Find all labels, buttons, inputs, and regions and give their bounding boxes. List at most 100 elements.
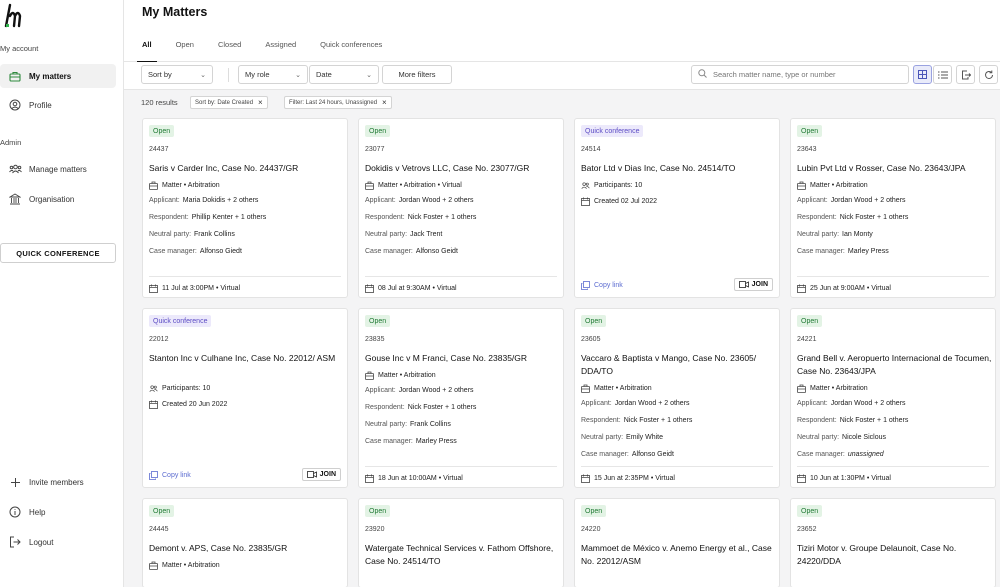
case-number: 23652 (797, 526, 817, 533)
list-view-button[interactable] (933, 65, 952, 84)
case-manager-value: Marley Press (847, 248, 889, 255)
applicant-label: Applicant: (365, 197, 396, 204)
case-title[interactable]: Saris v Carder Inc, Case No. 24437/GR (149, 162, 345, 175)
tab-closed[interactable]: Closed (218, 36, 241, 57)
sort-chip: Sort by: Date Created × (190, 96, 268, 109)
case-number: 24437 (149, 146, 169, 153)
matter-card[interactable]: Open 23835 Gouse Inc v M Franci, Case No. … (358, 308, 564, 488)
case-title[interactable]: Grand Bell v. Aeropuerto Internacional d… (797, 352, 993, 378)
matter-card[interactable]: Open 23077 Dokidis v Vetrovs LLC, Case No.… (358, 118, 564, 298)
created-date: Created 20 Jun 2022 (149, 400, 227, 409)
sidebar-item-manage-matters[interactable]: Manage matters (0, 157, 116, 181)
tab-assigned[interactable]: Assigned (265, 36, 296, 57)
created-date: Created 02 Jul 2022 (581, 197, 657, 206)
tab-all[interactable]: All (137, 36, 157, 63)
case-number: 24220 (581, 526, 601, 533)
status-badge: Open (365, 315, 391, 327)
case-title[interactable]: Watergate Technical Services v. Fathom O… (365, 542, 561, 568)
page-title: My Matters (142, 5, 208, 19)
sidebar-item-organisation[interactable]: Organisation (0, 187, 116, 211)
neutral-party: Neutral party: Nicole Siclous (797, 434, 886, 441)
applicant-value: Jordan Wood + 2 others (614, 400, 690, 407)
case-title[interactable]: Stanton Inc v Culhane Inc, Case No. 2201… (149, 352, 345, 365)
case-title[interactable]: Bator Ltd v Dias Inc, Case No. 24514/TO (581, 162, 777, 175)
participants-value: Participants: 10 (162, 385, 211, 392)
event-date: 10 Jun at 1:30PM • Virtual (797, 474, 891, 483)
tab-bar: All Open Closed Assigned Quick conferenc… (137, 36, 406, 63)
case-title[interactable]: Tiziri Motor v. Groupe Delaunoit, Case N… (797, 542, 993, 568)
matter-card[interactable]: Quick conference 24514 Bator Ltd v Dias In… (574, 118, 780, 298)
close-icon[interactable]: × (258, 98, 263, 107)
event-date-label: 11 Jul at 3:00PM • Virtual (162, 285, 241, 292)
participants-value: Participants: 10 (594, 182, 643, 189)
matter-card[interactable]: Quick conference 22012 Stanton Inc v Culha… (142, 308, 348, 488)
case-manager-label: Case manager: (365, 438, 413, 445)
case-title[interactable]: Vaccaro & Baptista v Mango, Case No. 236… (581, 352, 777, 378)
calendar-icon (365, 474, 374, 483)
matter-card[interactable]: Open 24437 Saris v Carder Inc, Case No. 24… (142, 118, 348, 298)
neutral-party-label: Neutral party: (365, 231, 408, 238)
logout-icon (8, 535, 22, 549)
matter-card[interactable]: Open 23643 Lubin Pvt Ltd v Rosser, Case No… (790, 118, 996, 298)
applicant-value: Maria Dokidis + 2 others (182, 197, 259, 204)
join-button[interactable]: JOIN (733, 278, 773, 291)
neutral-party-value: Ian Monty (842, 231, 873, 238)
case-manager-label: Case manager: (149, 248, 197, 255)
my-role-select[interactable]: My role ⌄ (238, 65, 308, 84)
sidebar-item-invite-members[interactable]: Invite members (0, 470, 116, 494)
calendar-icon (149, 284, 158, 293)
video-icon (306, 471, 317, 478)
sort-by-label: Sort by (148, 70, 172, 79)
search-input[interactable] (713, 70, 903, 79)
neutral-party-value: Nicole Siclous (842, 434, 886, 441)
matter-card[interactable]: Open 23652 Tiziri Motor v. Groupe Delaunoi… (790, 498, 996, 587)
sidebar-item-profile[interactable]: Profile (0, 93, 116, 117)
calendar-icon (581, 474, 590, 483)
quick-conference-button[interactable]: QUICK CONFERENCE (0, 243, 116, 263)
case-title[interactable]: Gouse Inc v M Franci, Case No. 23835/GR (365, 352, 561, 365)
case-title[interactable]: Demont v. APS, Case No. 23835/GR (149, 542, 345, 555)
bank-icon (8, 192, 22, 206)
case-manager-value: unassigned (847, 451, 884, 458)
event-date-label: 10 Jun at 1:30PM • Virtual (810, 475, 891, 482)
export-button[interactable] (956, 65, 975, 84)
case-manager: Case manager: Marley Press (365, 438, 457, 445)
neutral-party-value: Frank Collins (410, 421, 451, 428)
case-title[interactable]: Dokidis v Vetrovs LLC, Case No. 23077/GR (365, 162, 561, 175)
sidebar-item-help[interactable]: Help (0, 500, 116, 524)
matter-card[interactable]: Open 24445 Demont v. APS, Case No. 23835/G… (142, 498, 348, 587)
chip-label: Sort by: Date Created (195, 99, 254, 106)
respondent: Respondent: Nick Foster + 1 others (581, 417, 692, 424)
matter-type: Matter • Arbitration (581, 384, 652, 393)
refresh-button[interactable] (979, 65, 998, 84)
status-badge: Open (797, 315, 823, 327)
sidebar-item-logout[interactable]: Logout (0, 530, 116, 554)
respondent-value: Nick Foster + 1 others (623, 417, 693, 424)
tab-quick-conferences[interactable]: Quick conferences (320, 36, 382, 57)
sidebar-item-my-matters[interactable]: My matters (0, 64, 116, 88)
app-logo[interactable] (4, 2, 26, 28)
case-manager-value: Alfonso Geidt (631, 451, 674, 458)
date-select[interactable]: Date ⌄ (309, 65, 379, 84)
tab-open[interactable]: Open (176, 36, 194, 57)
case-title[interactable]: Mammoet de México v. Anemo Energy et al.… (581, 542, 777, 568)
briefcase-icon (365, 371, 374, 380)
matter-card[interactable]: Open 24220 Mammoet de México v. Anemo Ener… (574, 498, 780, 587)
copy-link-button[interactable]: Copy link (149, 471, 191, 480)
divider (797, 276, 989, 277)
matter-card[interactable]: Open 24221 Grand Bell v. Aeropuerto Intern… (790, 308, 996, 488)
matter-card[interactable]: Open 23605 Vaccaro & Baptista v Mango, Cas… (574, 308, 780, 488)
matter-card[interactable]: Open 23920 Watergate Technical Services v.… (358, 498, 564, 587)
case-number: 23077 (365, 146, 385, 153)
more-filters-button[interactable]: More filters (382, 65, 452, 84)
search-box (691, 65, 909, 84)
copy-link-button[interactable]: Copy link (581, 281, 623, 290)
participants: Participants: 10 (149, 384, 210, 393)
sidebar-item-label: My matters (29, 71, 72, 81)
grid-view-button[interactable] (913, 65, 932, 84)
case-title[interactable]: Lubin Pvt Ltd v Rosser, Case No. 23643/J… (797, 162, 993, 175)
join-button[interactable]: JOIN (301, 468, 341, 481)
sort-by-select[interactable]: Sort by ⌄ (141, 65, 213, 84)
event-date: 25 Jun at 9:00AM • Virtual (797, 284, 891, 293)
close-icon[interactable]: × (382, 98, 387, 107)
